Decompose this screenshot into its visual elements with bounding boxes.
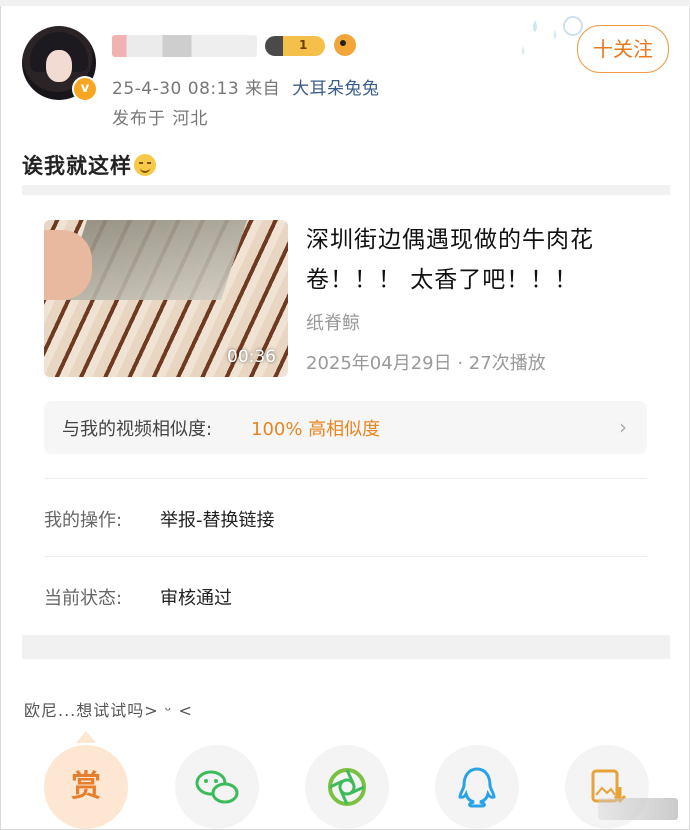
action-label: 我的操作: (44, 510, 123, 531)
verified-badge-icon: v (72, 76, 98, 102)
wechat-icon (195, 770, 239, 804)
source-link[interactable]: 大耳朵兔兔 (292, 79, 380, 99)
share-bar: 赏 (0, 731, 690, 830)
video-thumbnail[interactable]: 00:36 (44, 220, 288, 377)
post-time: 25-4-30 08:13 (112, 79, 240, 99)
comment-text: 欧尼...想试试吗> ᵕ < (24, 701, 193, 720)
top-separator (0, 0, 690, 6)
moments-icon (328, 768, 366, 806)
moments-share-button[interactable] (305, 745, 389, 829)
level-number: 1 (299, 38, 308, 52)
fish-badge-icon (334, 34, 356, 56)
status-label: 当前状态: (44, 588, 123, 609)
row-divider (44, 478, 647, 479)
wechat-share-button[interactable] (175, 745, 259, 829)
level-badge[interactable]: 1 (265, 36, 325, 56)
post-meta: 25-4-30 08:13 来自 大耳朵兔兔 (112, 74, 380, 99)
status-value: 审核通过 (160, 588, 232, 609)
smile-emoji-icon (134, 154, 156, 176)
video-title[interactable]: 深圳街边偶遇现做的牛肉花卷！！！ 太香了吧！！！ (306, 220, 636, 300)
similarity-row[interactable]: 与我的视频相似度: 100% 高相似度 › (44, 401, 647, 454)
video-duration: 00:36 (227, 347, 276, 367)
avatar-face (46, 50, 72, 82)
video-meta: 2025年04月29日 · 27次播放 (306, 353, 546, 374)
action-value: 举报-替换链接 (160, 510, 275, 531)
similarity-label: 与我的视频相似度: (62, 419, 213, 440)
location-text: 发布于 河北 (112, 109, 209, 129)
chevron-right-icon: › (619, 415, 627, 439)
qq-share-button[interactable] (435, 745, 519, 829)
section-divider (22, 635, 670, 659)
section-divider (22, 185, 670, 195)
qq-penguin-icon (458, 767, 496, 808)
follow-button[interactable]: 十关注 (577, 25, 669, 73)
video-date: 2025年04月29日 (306, 353, 452, 374)
video-plays: 27次播放 (468, 353, 546, 374)
watermark-blur (598, 798, 678, 820)
post-text-body: 诶我就这样 (22, 154, 132, 178)
reward-button[interactable]: 赏 (44, 731, 128, 829)
video-author[interactable]: 纸脊鲸 (306, 309, 360, 335)
post-text: 诶我就这样 (22, 150, 156, 180)
username-redacted[interactable] (112, 35, 257, 57)
similarity-value: 100% 高相似度 (251, 419, 381, 440)
row-divider (44, 556, 647, 557)
source-prefix: 来自 (245, 79, 281, 99)
hand-image (44, 230, 92, 300)
water-drops-icon (521, 16, 583, 55)
reward-label: 赏 (71, 769, 101, 804)
